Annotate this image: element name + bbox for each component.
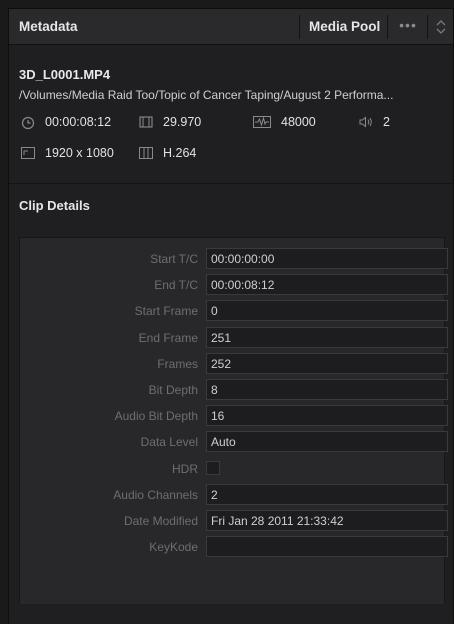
detail-label: Bit Depth (148, 383, 198, 397)
detail-value-field[interactable] (206, 536, 448, 558)
detail-row: Date Modified Fri Jan 28 2011 21:33:42 (20, 510, 448, 532)
detail-label: Date Modified (123, 514, 198, 528)
detail-label: Data Level (140, 435, 198, 450)
detail-label: Audio Channels (113, 487, 198, 502)
file-path: /Volumes/Media Raid Too/Topic of Cancer … (19, 88, 394, 102)
detail-row: Frames 252 (20, 352, 448, 375)
detail-row: HDR (20, 458, 444, 480)
detail-value-field[interactable]: 251 (206, 326, 448, 348)
detail-label: KeyKode (149, 540, 198, 555)
frame-rate-value: 29.970 (163, 115, 202, 129)
detail-value-field[interactable]: 2 (206, 483, 448, 505)
detail-row: KeyKode (20, 536, 448, 558)
detail-row: End Frame 251 (20, 326, 448, 349)
clock-icon (21, 116, 35, 130)
resolution-icon (21, 147, 35, 159)
detail-row: Audio Bit Depth 16 (20, 405, 448, 427)
hdr-checkbox[interactable] (206, 460, 220, 475)
detail-row: Bit Depth 8 (20, 379, 448, 401)
metadata-panel: Metadata Media Pool ••• 3D_L0001.MP4 /Vo… (8, 8, 454, 624)
detail-label: Start Frame (134, 304, 198, 319)
detail-label: End Frame (138, 330, 198, 345)
detail-row: End T/C 00:00:08:12 (20, 274, 448, 296)
header-divider (387, 15, 388, 39)
header-divider (427, 15, 428, 39)
audio-rate-item: 48000 (253, 115, 316, 129)
detail-row: Audio Channels 2 (20, 483, 448, 506)
clip-details-title: Clip Details (19, 198, 90, 213)
detail-value-field[interactable]: 0 (206, 300, 448, 322)
detail-value-field[interactable]: 00:00:08:12 (206, 274, 448, 296)
resolution-value: 1920 x 1080 (45, 146, 114, 160)
detail-label: Frames (157, 356, 198, 371)
duration-item: 00:00:08:12 (21, 115, 112, 130)
detail-label: Audio Bit Depth (114, 409, 198, 424)
detail-row: Data Level Auto (20, 431, 448, 453)
waveform-icon (253, 116, 271, 128)
detail-value-field[interactable]: 00:00:00:00 (206, 248, 448, 269)
up-down-chevron-icon[interactable] (433, 17, 449, 37)
audio-channels-item: 2 (359, 115, 390, 129)
codec-item: H.264 (139, 146, 196, 160)
detail-value-field[interactable]: Auto (206, 431, 448, 453)
file-name: 3D_L0001.MP4 (19, 67, 111, 82)
resolution-item: 1920 x 1080 (21, 146, 114, 160)
panel-header: Metadata Media Pool ••• (9, 9, 453, 45)
detail-label: HDR (172, 461, 198, 476)
media-pool-button[interactable]: Media Pool (309, 19, 380, 34)
film-icon (139, 116, 153, 128)
detail-row: Start Frame 0 (20, 300, 448, 322)
codec-icon (139, 147, 153, 159)
detail-value-field[interactable]: 16 (206, 405, 448, 427)
detail-label: End T/C (154, 278, 198, 293)
detail-value-field[interactable]: 8 (206, 379, 448, 400)
speaker-icon (359, 116, 373, 128)
detail-value-field[interactable]: Fri Jan 28 2011 21:33:42 (206, 510, 448, 531)
ellipsis-icon[interactable]: ••• (393, 16, 423, 38)
codec-value: H.264 (163, 146, 197, 160)
frame-rate-item: 29.970 (139, 115, 201, 129)
detail-label: Start T/C (150, 252, 198, 266)
audio-channels-value: 2 (383, 115, 390, 129)
section-divider (9, 183, 453, 184)
panel-title: Metadata (19, 19, 78, 34)
detail-value-field[interactable]: 252 (206, 352, 448, 374)
detail-row: Start T/C 00:00:00:00 (20, 248, 448, 270)
header-divider (299, 15, 300, 39)
panel-footer (9, 604, 453, 624)
clip-details-table: Start T/C 00:00:00:00 End T/C 00:00:08:12 St… (19, 237, 448, 605)
duration-value: 00:00:08:12 (45, 115, 112, 129)
audio-rate-value: 48000 (281, 115, 316, 129)
file-info: 3D_L0001.MP4 /Volumes/Media Raid Too/Top… (9, 46, 453, 185)
